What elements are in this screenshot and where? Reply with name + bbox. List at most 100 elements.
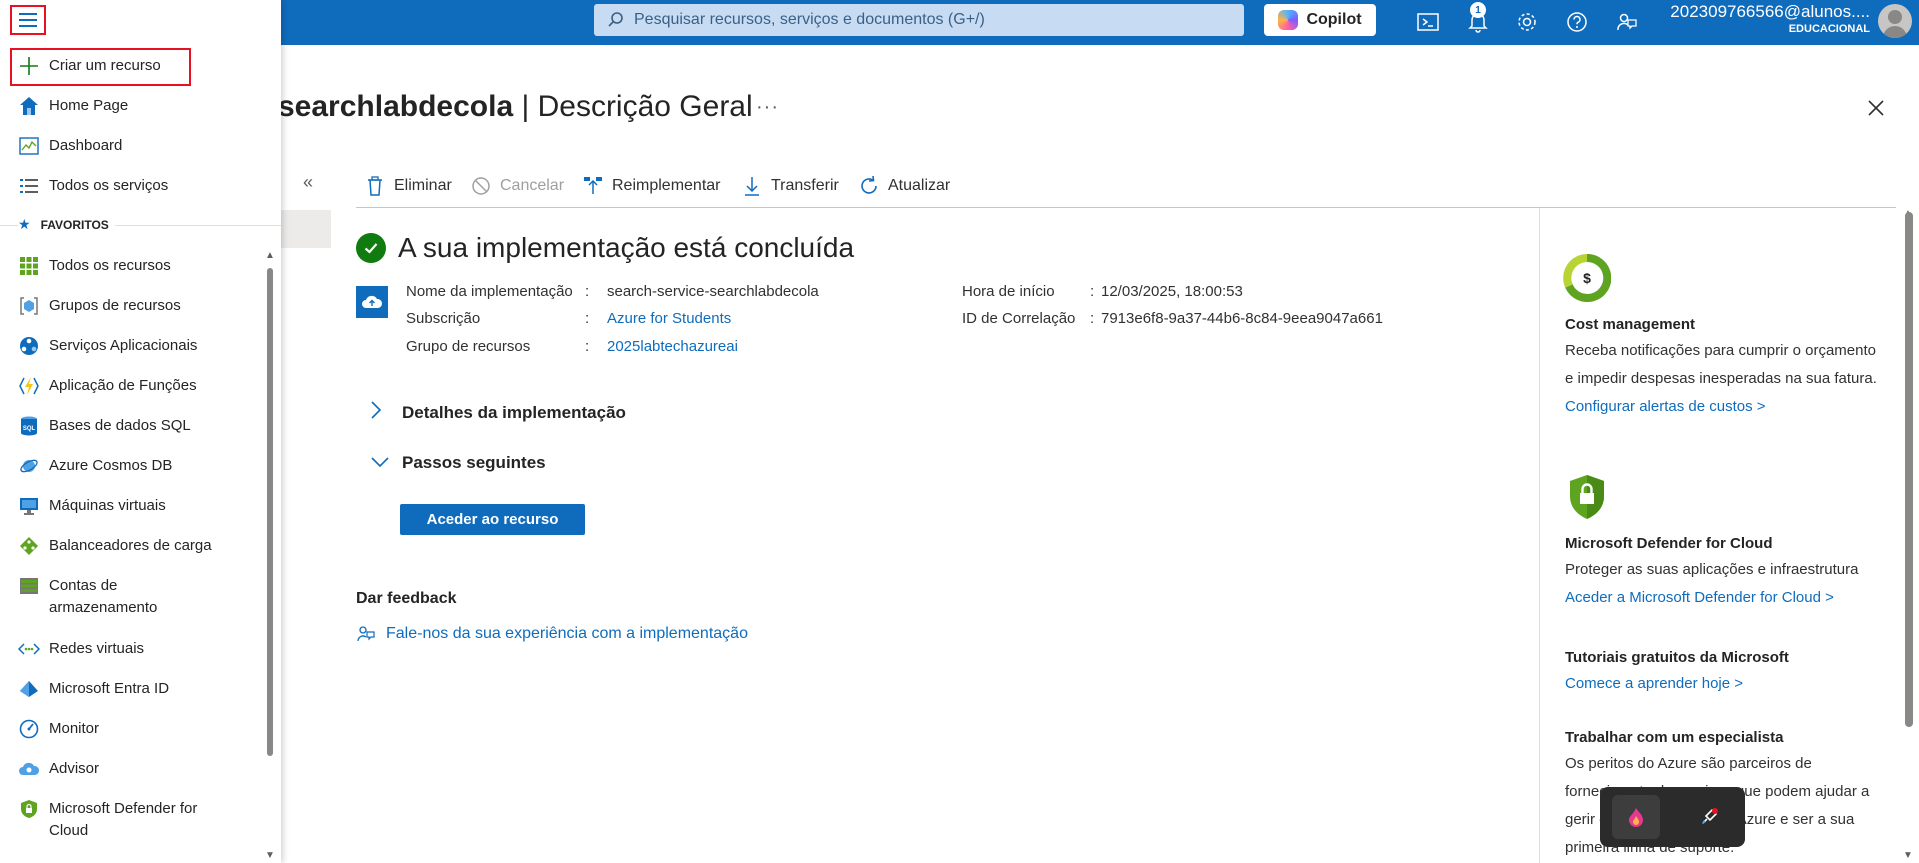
resource-group-link[interactable]: 2025labtechazureai bbox=[607, 338, 738, 355]
notification-count-badge: 1 bbox=[1470, 2, 1486, 18]
cost-alerts-link[interactable]: Configurar alertas de custos > bbox=[1565, 393, 1885, 421]
menu-item-dashboard[interactable]: Dashboard bbox=[0, 135, 281, 157]
menu-item-advisor[interactable]: Advisor bbox=[0, 758, 281, 780]
colon: : bbox=[585, 338, 590, 355]
download-icon bbox=[741, 175, 763, 197]
subscription-label: Subscrição bbox=[406, 310, 481, 327]
resource-menu-selected-item[interactable] bbox=[281, 210, 331, 248]
floating-toolbar bbox=[1600, 787, 1745, 847]
avatar[interactable] bbox=[1878, 4, 1912, 38]
defender-link[interactable]: Aceder a Microsoft Defender for Cloud > bbox=[1565, 584, 1885, 612]
svg-text:SQL: SQL bbox=[23, 426, 36, 432]
menu-item-defender-for-cloud[interactable]: Microsoft Defender for Cloud bbox=[0, 798, 281, 842]
menu-item-virtual-machines[interactable]: Máquinas virtuais bbox=[0, 495, 281, 517]
menu-item-load-balancers[interactable]: Balanceadores de carga bbox=[0, 535, 281, 557]
menu-item-label: Todos os serviços bbox=[49, 177, 169, 194]
deployment-details-toggle[interactable]: Detalhes da implementação bbox=[370, 400, 626, 425]
tutorials-card: Tutoriais gratuitos da Microsoft Comece … bbox=[1565, 649, 1885, 698]
download-label: Transferir bbox=[771, 177, 839, 194]
monitor-icon bbox=[18, 495, 40, 517]
menu-scroll-down-icon[interactable]: ▼ bbox=[265, 850, 275, 861]
correlation-id-value: 7913e6f8-9a37-44b6-8c84-9eea9047a661 bbox=[1101, 310, 1383, 327]
start-time-label: Hora de início bbox=[962, 283, 1055, 300]
page-title: searchlabdecola | Descrição Geral bbox=[278, 90, 753, 124]
advisor-icon bbox=[18, 758, 40, 780]
hamburger-menu-icon[interactable] bbox=[10, 5, 46, 35]
right-panel-scrollbar[interactable] bbox=[1905, 212, 1913, 727]
delete-label: Eliminar bbox=[394, 177, 452, 194]
load-balancer-icon bbox=[18, 535, 40, 557]
right-scroll-down-icon[interactable]: ▼ bbox=[1903, 850, 1913, 861]
menu-item-entra-id[interactable]: Microsoft Entra ID bbox=[0, 678, 281, 700]
download-button[interactable]: Transferir bbox=[741, 172, 839, 200]
deployment-name-label: Nome da implementação bbox=[406, 283, 573, 300]
top-bar: Pesquisar recursos, serviços e documento… bbox=[0, 0, 1919, 45]
cancel-icon bbox=[470, 175, 492, 197]
feedback-link-label: Fale-nos da sua experiência com a implem… bbox=[386, 625, 748, 642]
menu-item-sql-databases[interactable]: SQL Bases de dados SQL bbox=[0, 415, 281, 437]
menu-item-label: Dashboard bbox=[49, 137, 123, 154]
menu-item-virtual-networks[interactable]: Redes virtuais bbox=[0, 638, 281, 660]
menu-item-resource-groups[interactable]: Grupos de recursos bbox=[0, 295, 281, 317]
copilot-float-button[interactable] bbox=[1612, 795, 1661, 839]
collapse-menu-icon[interactable]: « bbox=[303, 172, 313, 193]
delete-button[interactable]: Eliminar bbox=[364, 172, 452, 200]
refresh-button[interactable]: Atualizar bbox=[858, 172, 950, 200]
menu-item-label: Advisor bbox=[49, 760, 100, 777]
feedback-icon[interactable] bbox=[1613, 8, 1641, 36]
copilot-icon bbox=[1278, 10, 1299, 30]
colon: : bbox=[585, 310, 590, 327]
cosmos-icon bbox=[18, 455, 40, 477]
menu-item-cosmos-db[interactable]: Azure Cosmos DB bbox=[0, 455, 281, 477]
feedback-title: Dar feedback bbox=[356, 590, 457, 607]
user-email: 202309766566@alunos.... bbox=[1670, 2, 1870, 21]
menu-item-create-resource[interactable]: Criar um recurso bbox=[0, 55, 281, 77]
star-icon: ★ bbox=[18, 216, 31, 232]
cost-management-text: Receba notificações para cumprir o orçam… bbox=[1565, 342, 1877, 387]
menu-scroll-up-icon[interactable]: ▲ bbox=[265, 250, 275, 261]
cancel-button[interactable]: Cancelar bbox=[470, 172, 564, 200]
go-to-resource-button[interactable]: Aceder ao recurso bbox=[400, 504, 585, 535]
menu-item-home[interactable]: Home Page bbox=[0, 95, 281, 117]
menu-item-function-apps[interactable]: Aplicação de Funções bbox=[0, 375, 281, 397]
storage-icon bbox=[18, 575, 40, 597]
redeploy-label: Reimplementar bbox=[612, 177, 721, 194]
deployment-details-label: Detalhes da implementação bbox=[402, 402, 626, 422]
agent-float-button[interactable] bbox=[1685, 795, 1733, 839]
list-icon bbox=[18, 175, 40, 197]
gear-icon[interactable] bbox=[1513, 8, 1541, 36]
more-options-icon[interactable]: ··· bbox=[756, 96, 779, 119]
subscription-link[interactable]: Azure for Students bbox=[607, 310, 731, 327]
cost-management-title: Cost management bbox=[1565, 316, 1696, 333]
menu-item-label: Redes virtuais bbox=[49, 640, 145, 657]
redeploy-button[interactable]: Reimplementar bbox=[582, 172, 720, 200]
close-icon[interactable] bbox=[1864, 96, 1888, 120]
vnet-icon bbox=[18, 638, 40, 660]
right-panel-divider bbox=[1539, 208, 1540, 863]
start-time-value: 12/03/2025, 18:00:53 bbox=[1101, 283, 1243, 300]
menu-item-storage-accounts[interactable]: Contas de armazenamento bbox=[0, 575, 281, 619]
shield-icon bbox=[18, 798, 40, 820]
tutorials-link[interactable]: Comece a aprender hoje > bbox=[1565, 670, 1885, 698]
account-menu[interactable]: 202309766566@alunos.... EDUCACIONAL bbox=[1660, 2, 1870, 35]
global-search-input[interactable]: Pesquisar recursos, serviços e documento… bbox=[594, 4, 1244, 36]
menu-scrollbar[interactable] bbox=[267, 268, 273, 756]
help-icon[interactable] bbox=[1563, 8, 1591, 36]
next-steps-label: Passos seguintes bbox=[402, 452, 546, 472]
next-steps-toggle[interactable]: Passos seguintes bbox=[370, 452, 546, 473]
defender-shield-icon bbox=[1568, 474, 1606, 520]
chevron-down-icon bbox=[370, 452, 390, 473]
resource-name: searchlabdecola bbox=[278, 90, 514, 123]
menu-item-app-services[interactable]: Serviços Aplicacionais bbox=[0, 335, 281, 357]
favorites-header: ★ FAVORITOS bbox=[18, 216, 115, 233]
menu-item-label: Grupos de recursos bbox=[49, 297, 181, 314]
menu-item-all-resources[interactable]: Todos os recursos bbox=[0, 255, 281, 277]
cost-management-icon: $ bbox=[1563, 253, 1612, 302]
cost-management-card: Cost management Receba notificações para… bbox=[1565, 316, 1885, 421]
menu-item-monitor[interactable]: Monitor bbox=[0, 718, 281, 740]
cloud-shell-icon[interactable] bbox=[1414, 8, 1442, 36]
copilot-button[interactable]: Copilot bbox=[1264, 4, 1376, 36]
menu-item-all-services[interactable]: Todos os serviços bbox=[0, 175, 281, 197]
feedback-link[interactable]: Fale-nos da sua experiência com a implem… bbox=[356, 624, 748, 644]
colon: : bbox=[1090, 283, 1095, 300]
